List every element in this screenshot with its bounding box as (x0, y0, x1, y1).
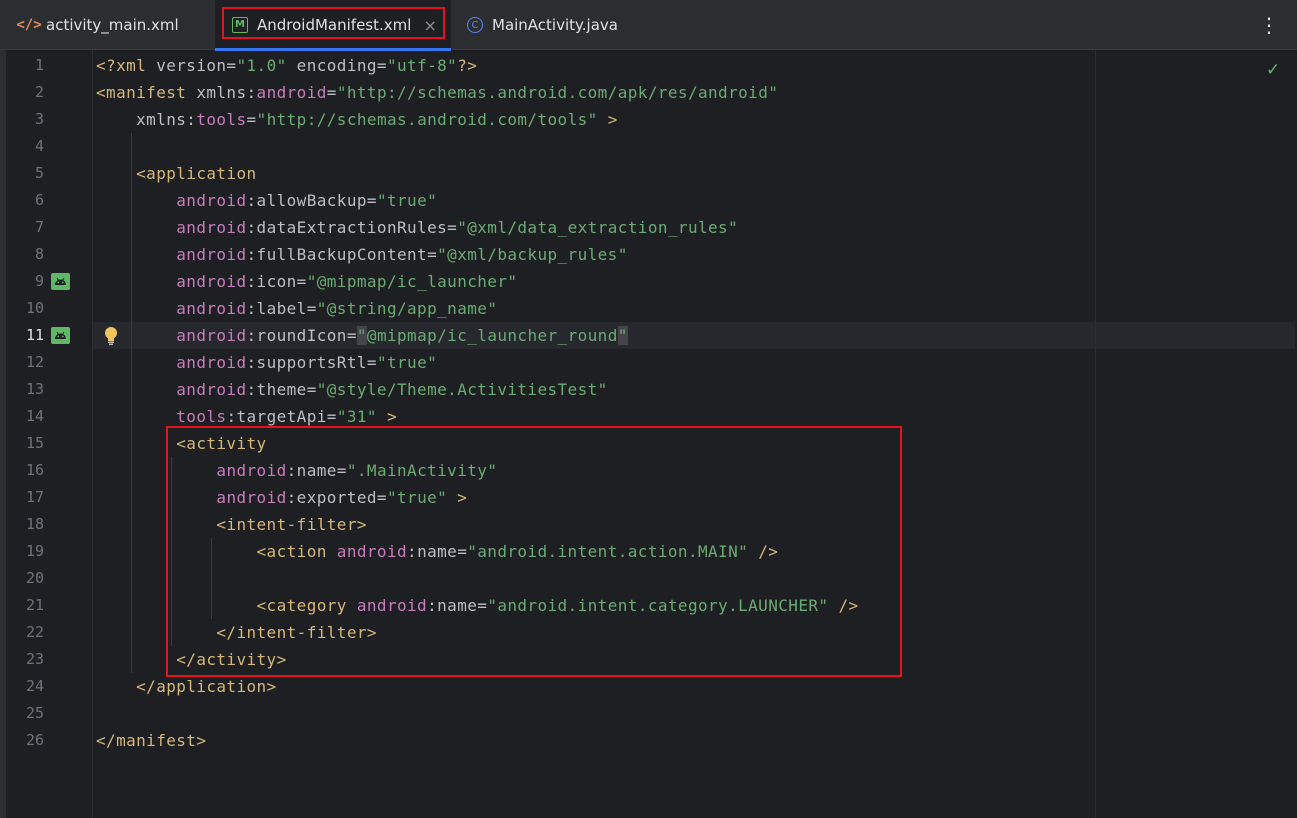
code-editor[interactable]: ✓ 1 <?xml version="1.0" encoding="utf-8"… (0, 50, 1297, 818)
code-line: 2 <manifest xmlns:android="http://schema… (0, 79, 1297, 106)
line-number: 24 (25, 677, 44, 695)
activity-highlight-box (166, 426, 902, 677)
line-text: android:icon="@mipmap/ic_launcher" (176, 272, 518, 291)
editor-tab-bar: </> activity_main.xml M AndroidManifest.… (0, 0, 1297, 51)
code-line: 1 <?xml version="1.0" encoding="utf-8"?> (0, 52, 1297, 79)
code-line: 10 android:label="@string/app_name" (0, 295, 1297, 322)
line-number: 18 (25, 515, 44, 533)
java-class-icon: C (466, 16, 484, 34)
line-number: 10 (25, 299, 44, 317)
android-resource-icon[interactable] (51, 273, 70, 290)
line-number: 16 (25, 461, 44, 479)
line-number: 22 (25, 623, 44, 641)
line-number: 1 (34, 56, 44, 74)
line-text: </manifest> (96, 731, 207, 750)
tab-highlight-box (222, 7, 445, 39)
line-number: 6 (34, 191, 44, 209)
line-text: <application (96, 164, 257, 183)
code-line: 13 android:theme="@style/Theme.Activitie… (0, 376, 1297, 403)
line-number: 3 (34, 110, 44, 128)
line-number: 8 (34, 245, 44, 263)
line-text: android:label="@string/app_name" (176, 299, 498, 318)
line-number: 15 (25, 434, 44, 452)
line-number: 4 (34, 137, 44, 155)
line-text: android:theme="@style/Theme.ActivitiesTe… (176, 380, 608, 399)
line-number: 14 (25, 407, 44, 425)
line-text: <manifest xmlns:android="http://schemas.… (96, 83, 779, 102)
line-number: 7 (34, 218, 44, 236)
tab-activity-main-xml[interactable]: </> activity_main.xml (16, 0, 179, 50)
line-number: 26 (25, 731, 44, 749)
line-number: 13 (25, 380, 44, 398)
line-number: 5 (34, 164, 44, 182)
code-line: 7 android:dataExtractionRules="@xml/data… (0, 214, 1297, 241)
line-text: <?xml version="1.0" encoding="utf-8"?> (96, 56, 478, 75)
ide-window: </> activity_main.xml M AndroidManifest.… (0, 0, 1297, 818)
line-number: 25 (25, 704, 44, 722)
line-text: xmlns:tools="http://schemas.android.com/… (96, 110, 618, 129)
tab-label: MainActivity.java (492, 16, 618, 34)
code-line: 12 android:supportsRtl="true" (0, 349, 1297, 376)
line-number: 19 (25, 542, 44, 560)
android-resource-icon[interactable] (51, 327, 70, 344)
line-number: 9 (34, 272, 44, 290)
code-line: 8 android:fullBackupContent="@xml/backup… (0, 241, 1297, 268)
line-number: 20 (25, 569, 44, 587)
code-line: 24 </application> (0, 673, 1297, 700)
code-line: 5 <application (0, 160, 1297, 187)
code-line: 4 (0, 133, 1297, 160)
line-number: 2 (34, 83, 44, 101)
code-line: 6 android:allowBackup="true" (0, 187, 1297, 214)
line-text: android:allowBackup="true" (176, 191, 438, 210)
code-line: 25 (0, 700, 1297, 727)
line-text: android:fullBackupContent="@xml/backup_r… (176, 245, 628, 264)
code-line: 3 xmlns:tools="http://schemas.android.co… (0, 106, 1297, 133)
more-options-icon[interactable]: ⋮ (1259, 13, 1279, 37)
line-number: 11 (25, 326, 44, 344)
code-line: 26 </manifest> (0, 727, 1297, 754)
xml-file-icon: </> (16, 17, 42, 33)
line-number: 23 (25, 650, 44, 668)
line-number: 17 (25, 488, 44, 506)
code-line-current: 11 android:roundIcon="@mipmap/ic_launche… (0, 322, 1297, 349)
line-text: android:supportsRtl="true" (176, 353, 438, 372)
line-number: 12 (25, 353, 44, 371)
tab-main-activity-java[interactable]: C MainActivity.java (466, 0, 618, 50)
line-text: android:roundIcon="@mipmap/ic_launcher_r… (176, 326, 628, 345)
line-number: 21 (25, 596, 44, 614)
code-line: 9 android:icon="@mipmap/ic_launcher" (0, 268, 1297, 295)
line-text: android:dataExtractionRules="@xml/data_e… (176, 218, 739, 237)
tab-android-manifest-xml[interactable]: M AndroidManifest.xml × (215, 0, 451, 51)
line-text: </application> (96, 677, 277, 696)
tab-label: activity_main.xml (46, 16, 179, 34)
